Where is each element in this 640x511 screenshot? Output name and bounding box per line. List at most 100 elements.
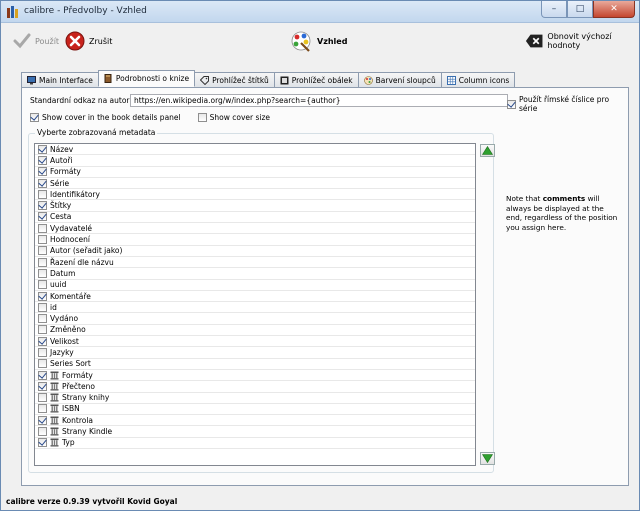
tab-cover-browser[interactable]: Prohlížeč obálek bbox=[273, 72, 359, 87]
metadata-checkbox[interactable] bbox=[38, 404, 47, 414]
metadata-list-item[interactable]: Velikost bbox=[35, 336, 475, 348]
custom-column-icon bbox=[50, 416, 59, 425]
metadata-list-item[interactable]: Hodnocení bbox=[35, 234, 475, 246]
metadata-list-item[interactable]: Typ bbox=[35, 438, 475, 450]
minimize-button[interactable]: – bbox=[541, 1, 567, 18]
calibre-app-icon bbox=[7, 6, 18, 18]
show-cover-checkbox[interactable] bbox=[30, 113, 39, 122]
metadata-label: Vydavatelé bbox=[50, 223, 93, 233]
metadata-list-item[interactable]: uuid bbox=[35, 280, 475, 291]
metadata-list-item[interactable]: Cesta bbox=[35, 212, 475, 224]
metadata-label: Formáty bbox=[50, 167, 81, 177]
metadata-checkbox[interactable] bbox=[38, 235, 47, 245]
metadata-checkbox[interactable] bbox=[38, 268, 47, 278]
metadata-list-item[interactable]: Název bbox=[35, 144, 475, 156]
checkmark-icon bbox=[13, 33, 31, 49]
tab-main-interface[interactable]: Main Interface bbox=[21, 72, 99, 87]
metadata-list-item[interactable]: Přečteno bbox=[35, 381, 475, 393]
metadata-label: Autor (seřadit jako) bbox=[50, 246, 123, 256]
move-down-button[interactable] bbox=[480, 452, 495, 465]
metadata-label: Typ bbox=[62, 438, 75, 448]
metadata-label: Název bbox=[50, 144, 74, 154]
close-button[interactable]: ✕ bbox=[593, 1, 635, 18]
metadata-list-item[interactable]: Series Sort bbox=[35, 359, 475, 370]
show-cover-label: Show cover in the book details panel bbox=[42, 113, 181, 122]
metadata-label: Identifikátory bbox=[50, 189, 100, 199]
metadata-list-item[interactable]: Změněno bbox=[35, 325, 475, 337]
tab-column-icons[interactable]: Column icons bbox=[440, 72, 516, 87]
cancel-icon bbox=[65, 31, 85, 51]
maximize-button[interactable]: □ bbox=[567, 1, 593, 18]
metadata-list-item[interactable]: Vydavatelé bbox=[35, 223, 475, 235]
metadata-list-item[interactable]: Formáty bbox=[35, 167, 475, 178]
metadata-checkbox[interactable] bbox=[38, 144, 47, 154]
metadata-list-item[interactable]: Kontrola bbox=[35, 415, 475, 427]
metadata-checkbox[interactable] bbox=[38, 246, 47, 256]
roman-numerals-option[interactable]: Použít římské číslice pro série bbox=[507, 95, 628, 113]
tab-tag-browser[interactable]: Prohlížeč štítků bbox=[194, 72, 275, 87]
metadata-checkbox[interactable] bbox=[38, 302, 47, 312]
metadata-checkbox[interactable] bbox=[38, 415, 47, 425]
tab-label: Barvení sloupců bbox=[375, 75, 436, 85]
tab-label: Column icons bbox=[458, 75, 510, 85]
metadata-list-item[interactable]: Vydáno bbox=[35, 313, 475, 325]
metadata-checkbox[interactable] bbox=[38, 314, 47, 324]
restore-label: Obnovit výchozí hodnoty bbox=[547, 32, 612, 50]
metadata-list-item[interactable]: ISBN bbox=[35, 404, 475, 416]
tab-label: Main Interface bbox=[39, 75, 93, 85]
metadata-checkbox[interactable] bbox=[38, 178, 47, 188]
title-bar[interactable]: calibre - Předvolby - Vzhled – □ ✕ bbox=[1, 1, 639, 23]
metadata-list-item[interactable]: id bbox=[35, 302, 475, 314]
apply-button[interactable]: Použít bbox=[13, 27, 59, 55]
author-link-input[interactable] bbox=[130, 94, 508, 107]
metadata-list-item[interactable]: Řazení dle názvu bbox=[35, 257, 475, 269]
metadata-label: Cesta bbox=[50, 212, 72, 222]
metadata-list-item[interactable]: Štítky bbox=[35, 200, 475, 212]
roman-numerals-checkbox[interactable] bbox=[507, 99, 516, 109]
monitor-icon bbox=[27, 75, 36, 84]
metadata-checkbox[interactable] bbox=[38, 291, 47, 301]
metadata-list-item[interactable]: Strany knihy bbox=[35, 393, 475, 404]
metadata-checkbox[interactable] bbox=[38, 167, 47, 177]
metadata-checkbox[interactable] bbox=[38, 438, 47, 448]
metadata-checkbox[interactable] bbox=[38, 347, 47, 357]
show-cover-size-label: Show cover size bbox=[209, 113, 271, 122]
tab-bar: Main Interface Podrobnosti o knize Prohl… bbox=[21, 70, 516, 87]
restore-defaults-button[interactable]: Obnovit výchozí hodnoty bbox=[525, 27, 639, 55]
metadata-list-item[interactable]: Datum bbox=[35, 268, 475, 280]
metadata-checkbox[interactable] bbox=[38, 359, 47, 369]
metadata-list-item[interactable]: Komentáře bbox=[35, 291, 475, 303]
metadata-label: Štítky bbox=[50, 201, 72, 211]
metadata-group-legend: Vyberte zobrazovaná metadata bbox=[35, 128, 158, 137]
metadata-checkbox[interactable] bbox=[38, 336, 47, 346]
metadata-list-item[interactable]: Autor (seřadit jako) bbox=[35, 246, 475, 257]
metadata-checkbox[interactable] bbox=[38, 223, 47, 233]
metadata-list[interactable]: Název Autoři Formáty Série Identifikátory Ští… bbox=[34, 143, 476, 466]
metadata-list-item[interactable]: Identifikátory bbox=[35, 189, 475, 201]
tab-book-details[interactable]: Podrobnosti o knize bbox=[97, 70, 196, 87]
metadata-label: ISBN bbox=[62, 404, 80, 414]
metadata-checkbox[interactable] bbox=[38, 189, 47, 199]
metadata-checkbox[interactable] bbox=[38, 370, 47, 380]
metadata-list-item[interactable]: Autoři bbox=[35, 155, 475, 167]
metadata-checkbox[interactable] bbox=[38, 325, 47, 335]
move-up-button[interactable] bbox=[480, 144, 495, 157]
metadata-list-item[interactable]: Jazyky bbox=[35, 347, 475, 359]
metadata-list-item[interactable]: Formáty bbox=[35, 370, 475, 382]
metadata-checkbox[interactable] bbox=[38, 381, 47, 391]
metadata-checkbox[interactable] bbox=[38, 280, 47, 290]
metadata-checkbox[interactable] bbox=[38, 201, 47, 211]
metadata-list-item[interactable]: Série bbox=[35, 178, 475, 190]
show-cover-size-checkbox[interactable] bbox=[197, 113, 207, 122]
metadata-checkbox[interactable] bbox=[38, 155, 47, 165]
metadata-checkbox[interactable] bbox=[38, 427, 47, 437]
note-prefix: Note that bbox=[506, 194, 543, 203]
cancel-button[interactable]: Zrušit bbox=[65, 27, 112, 55]
metadata-checkbox[interactable] bbox=[38, 212, 47, 222]
tab-column-coloring[interactable]: Barvení sloupců bbox=[357, 72, 442, 87]
metadata-label: Vydáno bbox=[50, 314, 79, 324]
metadata-checkbox[interactable] bbox=[38, 393, 47, 403]
tab-label: Prohlížeč štítků bbox=[212, 75, 269, 85]
metadata-checkbox[interactable] bbox=[38, 257, 47, 267]
metadata-list-item[interactable]: Strany Kindle bbox=[35, 426, 475, 438]
